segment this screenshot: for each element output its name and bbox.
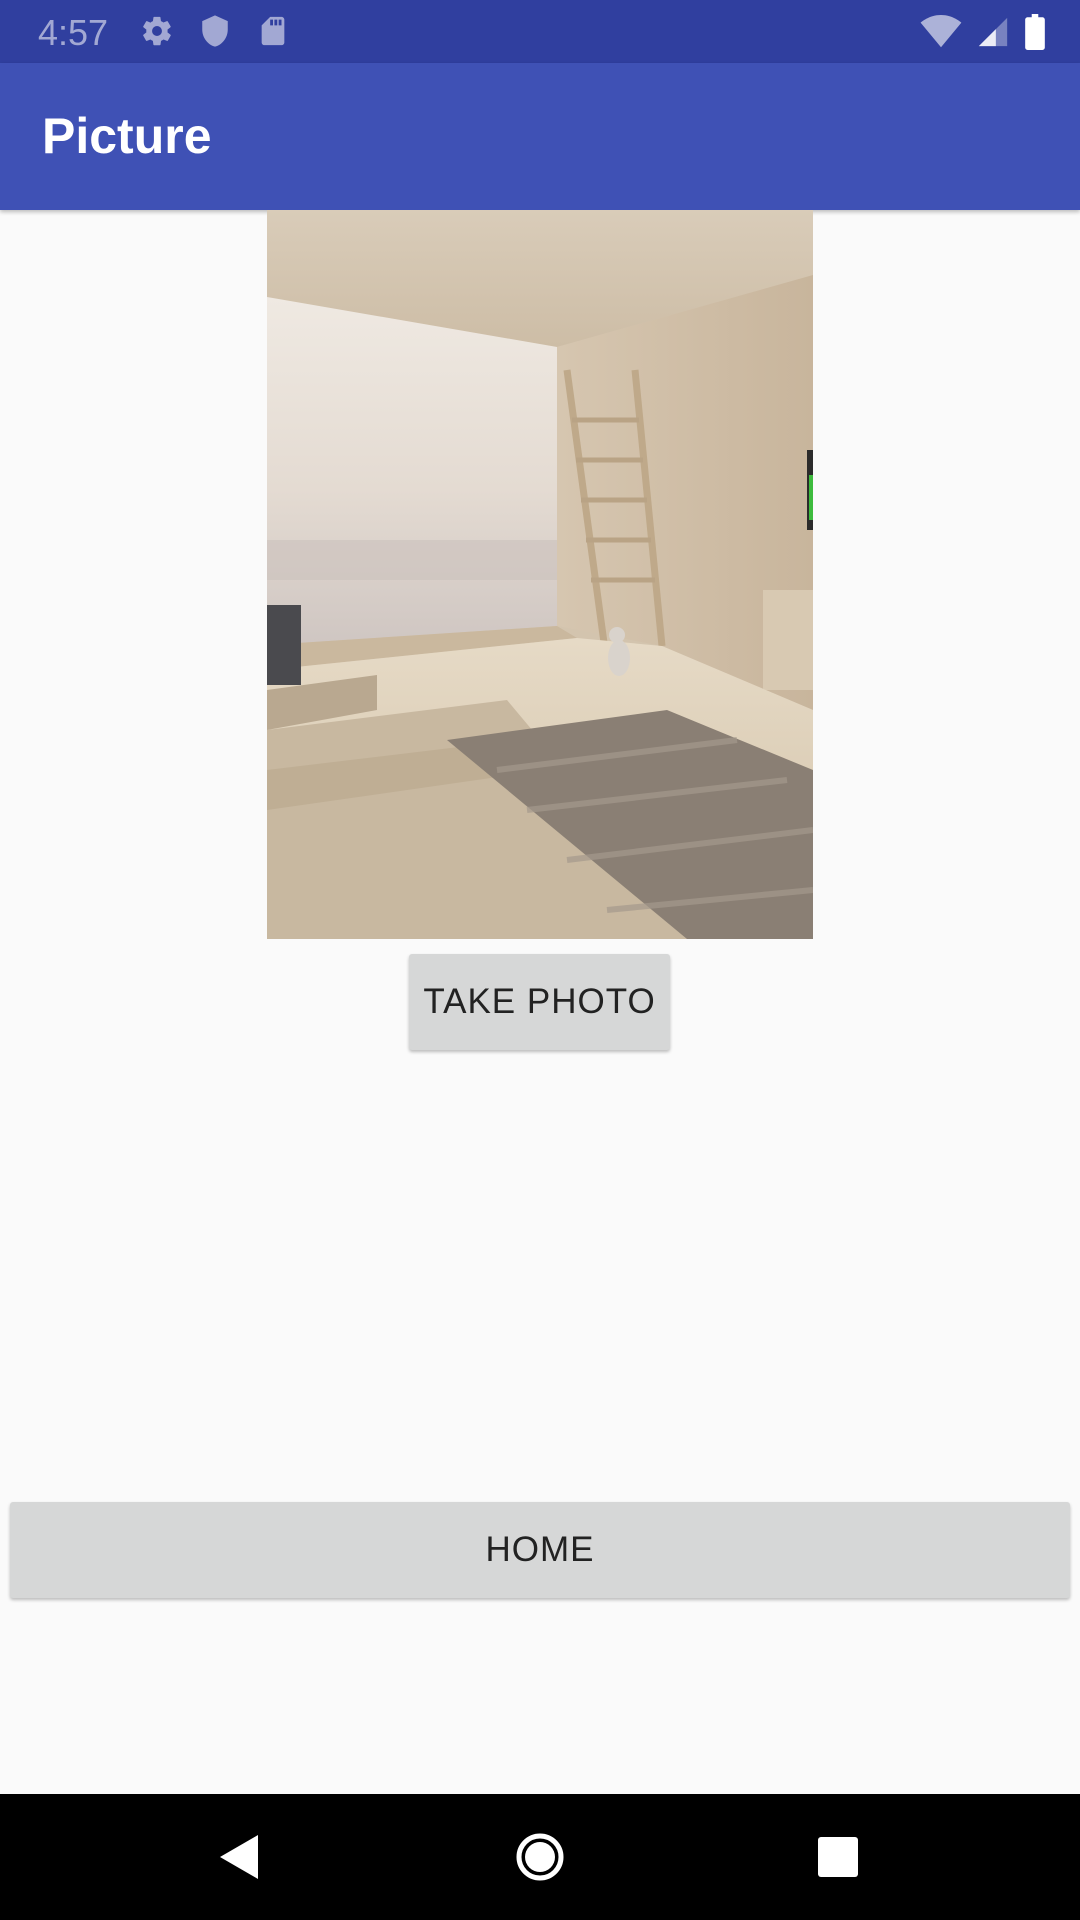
recents-icon[interactable] [778, 1794, 898, 1920]
back-icon[interactable] [180, 1794, 300, 1920]
gear-icon [140, 14, 174, 48]
battery-icon [1024, 14, 1046, 50]
room-photo [267, 210, 813, 939]
home-button[interactable]: HOME [10, 1502, 1070, 1598]
status-right-icons [920, 14, 1046, 50]
navigation-bar [0, 1794, 1080, 1920]
sd-card-icon [256, 14, 290, 48]
status-bar: 4:57 [0, 0, 1080, 63]
status-time: 4:57 [38, 12, 109, 53]
take-photo-button[interactable]: TAKE PHOTO [409, 954, 670, 1050]
home-circle-icon[interactable] [480, 1794, 600, 1920]
shield-icon [198, 14, 232, 48]
page-title: Picture [42, 108, 212, 164]
app-bar: Picture [0, 63, 1080, 210]
wifi-icon [920, 15, 962, 49]
cell-signal-icon [976, 15, 1010, 49]
status-left-icons [140, 14, 290, 48]
